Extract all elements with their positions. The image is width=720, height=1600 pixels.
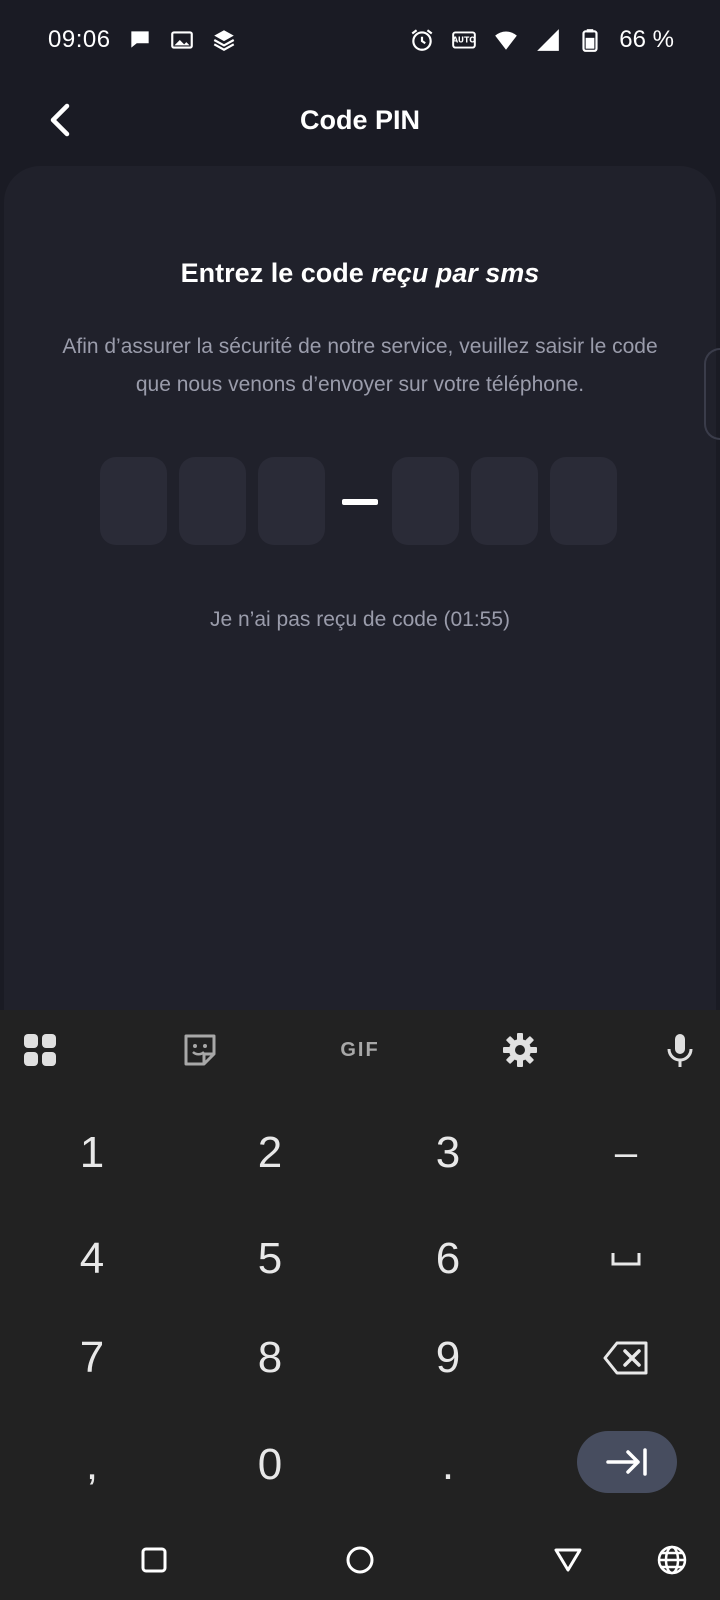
pin-digit-4[interactable] (392, 457, 459, 545)
next-field-key[interactable] (577, 1431, 677, 1493)
key-4[interactable]: 4 (32, 1214, 152, 1304)
image-icon (169, 27, 195, 53)
key-2[interactable]: 2 (210, 1108, 330, 1198)
keyboard-toolbar: GIF (0, 1010, 720, 1090)
status-time: 09:06 (48, 26, 111, 53)
settings-gear-icon[interactable] (498, 1028, 542, 1072)
backspace-icon (603, 1341, 648, 1375)
back-triangle-icon[interactable] (542, 1534, 594, 1586)
key-7[interactable]: 7 (32, 1313, 152, 1403)
key-period[interactable]: . (388, 1420, 508, 1510)
pin-digit-5[interactable] (471, 457, 538, 545)
key-0[interactable]: 0 (210, 1420, 330, 1510)
key-dash[interactable]: – (566, 1108, 686, 1198)
app-header: Code PIN (0, 80, 720, 180)
alarm-icon (409, 27, 435, 53)
content-card (4, 166, 716, 1026)
battery-icon (577, 27, 603, 53)
card-title-italic: reçu par sms (371, 258, 540, 288)
card-description: Afin d’assurer la sécurité de notre serv… (62, 335, 658, 396)
pin-digit-6[interactable] (550, 457, 617, 545)
svg-text:AUTO: AUTO (453, 36, 477, 45)
microphone-icon[interactable] (658, 1028, 702, 1072)
pin-digit-2[interactable] (179, 457, 246, 545)
numeric-keyboard: GIF (0, 1010, 720, 1600)
backspace-key[interactable] (566, 1313, 686, 1403)
signal-icon (535, 27, 561, 53)
layers-app-icon (211, 27, 237, 53)
apps-grid-icon[interactable] (18, 1028, 62, 1072)
space-bar-icon (611, 1253, 641, 1266)
home-circle-icon[interactable] (334, 1534, 386, 1586)
edge-panel-handle[interactable] (704, 348, 720, 440)
card-title: Entrez le code reçu par sms (0, 258, 720, 289)
resend-code-link[interactable]: Je n’ai pas reçu de code (01:55) (0, 608, 720, 632)
gif-button[interactable]: GIF (330, 1028, 390, 1072)
key-comma[interactable]: , (32, 1420, 152, 1510)
globe-icon[interactable] (646, 1534, 698, 1586)
card-title-plain: Entrez le code (180, 258, 372, 288)
status-left: 09:06 (48, 26, 237, 54)
key-3[interactable]: 3 (388, 1108, 508, 1198)
pin-separator (342, 499, 378, 505)
key-5[interactable]: 5 (210, 1214, 330, 1304)
chat-bubble-icon (127, 27, 153, 53)
space-key[interactable] (566, 1214, 686, 1304)
status-right: AUTO 66 % (409, 26, 674, 54)
status-bar: 09:06 AUTO 66 % (0, 0, 720, 80)
gif-label: GIF (340, 1038, 380, 1061)
tab-arrow-icon (606, 1448, 647, 1476)
pin-digit-1[interactable] (100, 457, 167, 545)
pin-input-row (100, 457, 620, 545)
pin-digit-3[interactable] (258, 457, 325, 545)
key-8[interactable]: 8 (210, 1313, 330, 1403)
page-title: Code PIN (299, 105, 420, 135)
key-9[interactable]: 9 (388, 1313, 508, 1403)
auto-hz-icon: AUTO (451, 27, 477, 53)
key-1[interactable]: 1 (32, 1108, 152, 1198)
battery-percentage: 66 % (619, 26, 674, 53)
wifi-icon (493, 27, 519, 53)
key-6[interactable]: 6 (388, 1214, 508, 1304)
recents-square-icon[interactable] (128, 1534, 180, 1586)
system-nav-bar (0, 1520, 720, 1600)
sticker-icon[interactable] (178, 1028, 222, 1072)
